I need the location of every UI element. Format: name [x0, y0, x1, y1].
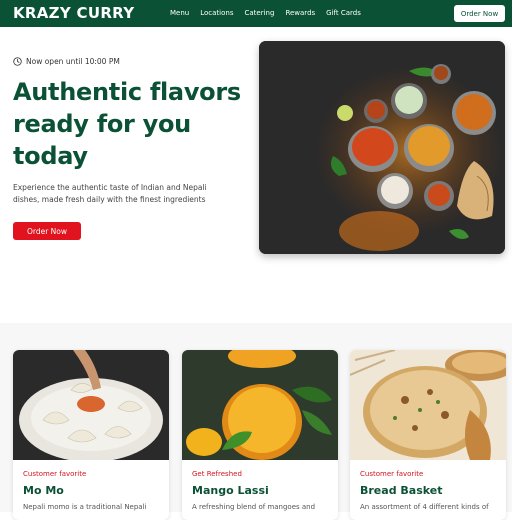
- card-description: Nepali momo is a traditional Nepali: [23, 503, 147, 511]
- open-status: Now open until 10:00 PM: [13, 57, 120, 66]
- hero-order-now-button[interactable]: Order Now: [13, 222, 81, 240]
- momo-image: [13, 350, 169, 460]
- mango-lassi-image: [182, 350, 338, 460]
- brand-logo[interactable]: KRAZY CURRY: [13, 4, 134, 22]
- clock-icon: [13, 57, 22, 66]
- card-description: A refreshing blend of mangoes and: [192, 503, 316, 511]
- card-tag: Customer favorite: [23, 470, 87, 478]
- open-status-text: Now open until 10:00 PM: [26, 57, 120, 66]
- nav-links: Menu Locations Catering Rewards Gift Car…: [170, 9, 372, 17]
- card-title: Mo Mo: [23, 484, 64, 497]
- top-navbar: KRAZY CURRY Menu Locations Catering Rewa…: [0, 0, 512, 27]
- nav-link-locations[interactable]: Locations: [200, 9, 233, 17]
- bread-basket-image: [350, 350, 506, 460]
- card-tag: Customer favorite: [360, 470, 424, 478]
- nav-link-gift-cards[interactable]: Gift Cards: [326, 9, 361, 17]
- card-title: Mango Lassi: [192, 484, 269, 497]
- menu-card-bread-basket[interactable]: Customer favorite Bread Basket An assort…: [350, 350, 506, 520]
- card-description: An assortment of 4 different kinds of: [360, 503, 489, 511]
- featured-items-section: Customer favorite Mo Mo Nepali momo is a…: [0, 323, 512, 520]
- card-tag: Get Refreshed: [192, 470, 242, 478]
- nav-link-menu[interactable]: Menu: [170, 9, 189, 17]
- nav-order-now-button[interactable]: Order Now: [454, 5, 505, 22]
- hero-food-image: [259, 41, 505, 254]
- nav-link-rewards[interactable]: Rewards: [285, 9, 315, 17]
- menu-card-mango-lassi[interactable]: Get Refreshed Mango Lassi A refreshing b…: [182, 350, 338, 520]
- card-title: Bread Basket: [360, 484, 443, 497]
- hero-subtext: Experience the authentic taste of Indian…: [13, 183, 207, 204]
- nav-link-catering[interactable]: Catering: [245, 9, 275, 17]
- hero-headline: Authentic flavors ready for you today: [13, 78, 241, 170]
- menu-card-momo[interactable]: Customer favorite Mo Mo Nepali momo is a…: [13, 350, 169, 520]
